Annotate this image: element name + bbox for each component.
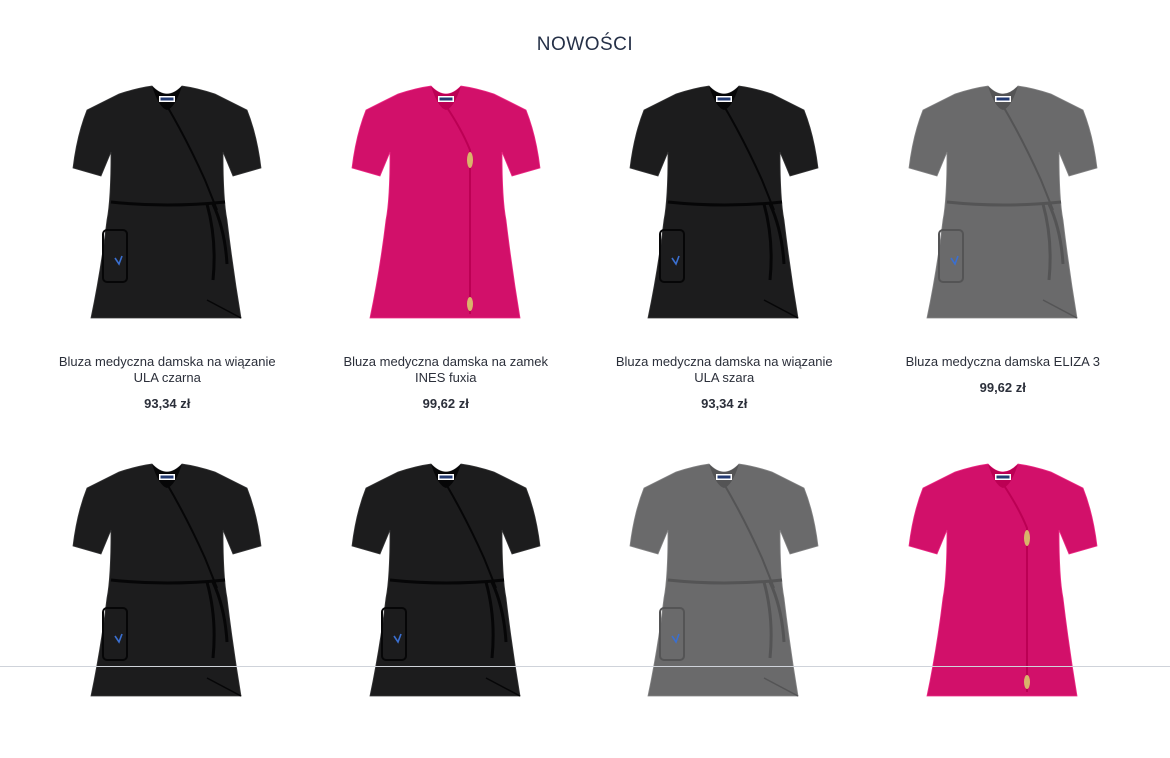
product-card[interactable]: Bluza medyczna damska na wiązanie ULA cz… — [28, 80, 307, 430]
product-price: 93,34 zł — [144, 396, 191, 411]
product-image[interactable] — [57, 458, 277, 716]
product-card[interactable]: Bluza medyczna damska na wiązanie ULA sz… — [585, 80, 864, 430]
section-title: NOWOŚCI — [536, 34, 634, 55]
product-name[interactable]: Bluza medyczna damska na wiązanie ULA sz… — [609, 354, 839, 386]
product-image[interactable] — [336, 80, 556, 338]
product-name[interactable]: Bluza medyczna damska na zamek INES fuxi… — [331, 354, 561, 386]
product-price: 99,62 zł — [979, 380, 1026, 395]
product-name[interactable]: Bluza medyczna damska ELIZA 3 — [888, 354, 1118, 370]
product-image[interactable] — [893, 80, 1113, 338]
product-card[interactable]: Bluza medyczna damska na zamek INES fuxi… — [307, 80, 586, 430]
product-price: 99,62 zł — [422, 396, 469, 411]
product-name[interactable]: Bluza medyczna damska na wiązanie ULA cz… — [52, 354, 282, 386]
product-card[interactable] — [28, 458, 307, 758]
product-card[interactable] — [307, 458, 586, 758]
garment-illustration — [908, 85, 1098, 319]
product-card[interactable] — [585, 458, 864, 758]
product-card[interactable] — [864, 458, 1143, 758]
product-grid: Bluza medyczna damska na wiązanie ULA cz… — [28, 80, 1142, 758]
product-image[interactable] — [614, 458, 834, 716]
garment-illustration — [629, 85, 819, 319]
footer-divider — [0, 666, 1170, 667]
product-image[interactable] — [614, 80, 834, 338]
garment-illustration — [72, 85, 262, 319]
product-card[interactable]: Bluza medyczna damska ELIZA 3 99,62 zł — [864, 80, 1143, 430]
product-image[interactable] — [893, 458, 1113, 716]
product-image[interactable] — [336, 458, 556, 716]
product-price: 93,34 zł — [701, 396, 748, 411]
product-image[interactable] — [57, 80, 277, 338]
garment-illustration — [351, 85, 541, 319]
